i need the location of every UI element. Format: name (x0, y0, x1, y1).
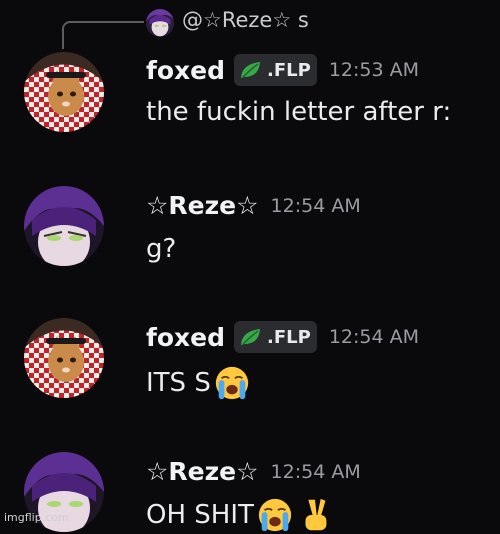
message-header: ☆Reze☆ 12:54 AM (146, 191, 361, 220)
message-header: ☆Reze☆ 12:54 AM (146, 457, 361, 486)
timestamp[interactable]: 12:54 AM (271, 461, 361, 483)
avatar[interactable] (24, 186, 104, 266)
username[interactable]: foxed (146, 323, 225, 352)
watermark: imgflip.com (4, 511, 69, 524)
leaf-icon (241, 62, 261, 78)
reply-reference[interactable]: @☆Reze☆ s (62, 6, 500, 49)
avatar[interactable] (24, 318, 104, 398)
username[interactable]: ☆Reze☆ (146, 457, 259, 486)
username[interactable]: foxed (146, 56, 225, 85)
guild-tag-label: .FLP (267, 326, 311, 348)
username[interactable]: ☆Reze☆ (146, 191, 259, 220)
timestamp[interactable]: 12:53 AM (329, 59, 419, 81)
guild-tag-badge[interactable]: .FLP (234, 54, 317, 86)
message-content: OH SHIT (146, 496, 334, 534)
avatar[interactable] (24, 52, 104, 132)
victory-hand-icon (305, 498, 327, 531)
reply-connector-line (62, 21, 144, 49)
message-header: foxed .FLP 12:54 AM (146, 321, 419, 353)
message-content: the fuckin letter after r: (146, 97, 451, 127)
loudly-crying-face-icon (258, 498, 292, 532)
message-header: foxed .FLP 12:53 AM (146, 54, 419, 86)
avatar[interactable] (146, 9, 174, 37)
message-text: OH SHIT (146, 500, 254, 530)
timestamp[interactable]: 12:54 AM (329, 326, 419, 348)
message-content: g? (146, 234, 176, 264)
timestamp[interactable]: 12:54 AM (271, 195, 361, 217)
leaf-icon (241, 329, 261, 345)
loudly-crying-face-icon (215, 366, 248, 400)
message-content: ITS S (146, 364, 251, 402)
guild-tag-label: .FLP (267, 59, 311, 81)
message-text: the fuckin letter after r: (146, 97, 452, 127)
message-text: g? (146, 234, 177, 264)
reply-preview-text: @☆Reze☆ s (182, 8, 309, 32)
message-text: ITS S (146, 368, 211, 398)
guild-tag-badge[interactable]: .FLP (234, 321, 317, 353)
